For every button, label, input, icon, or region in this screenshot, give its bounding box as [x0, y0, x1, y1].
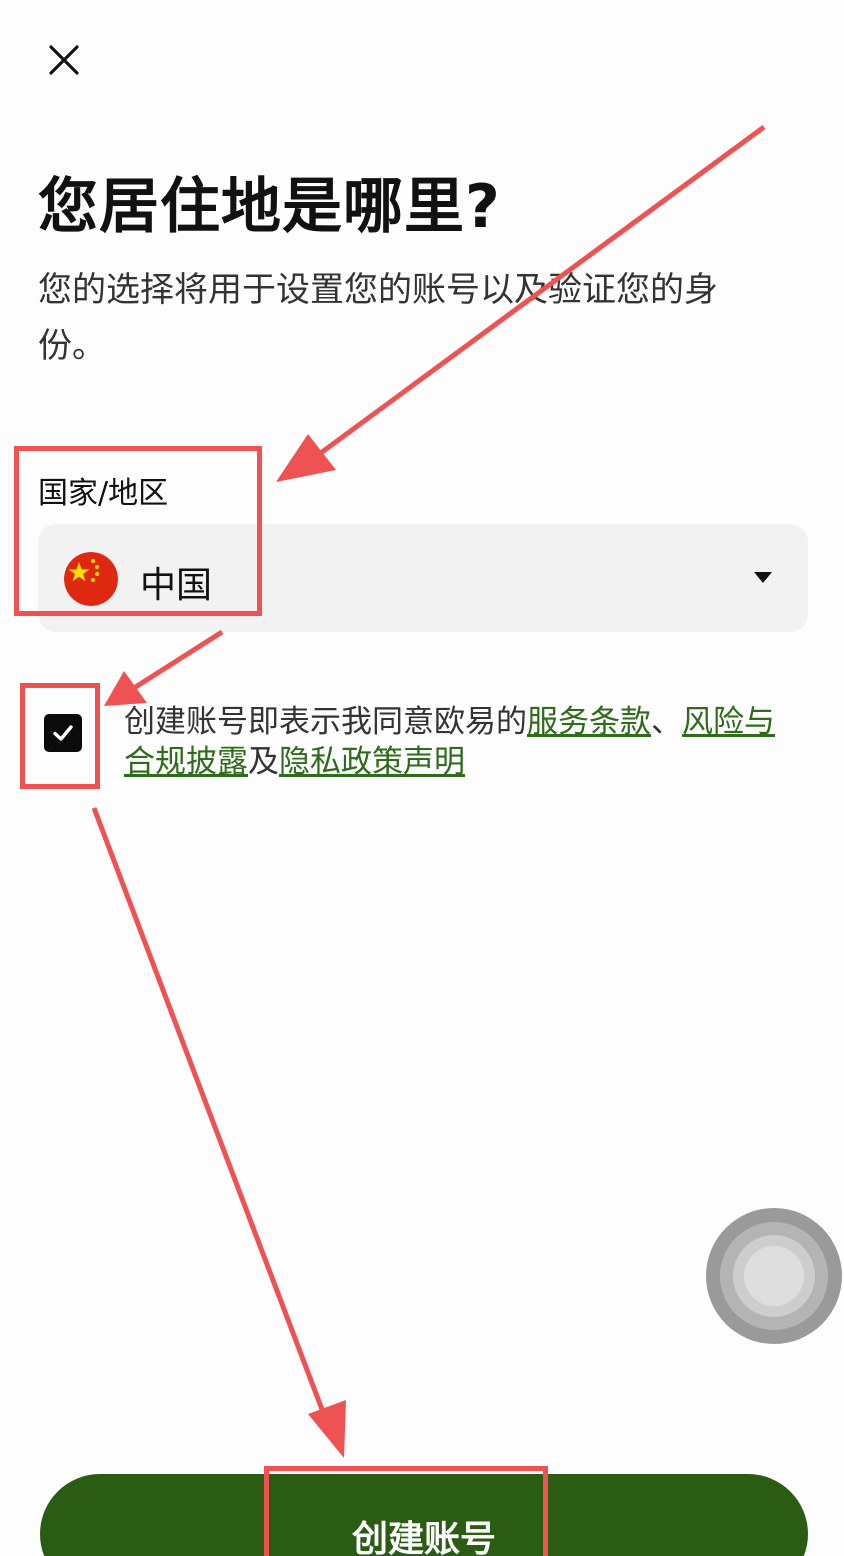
arrowhead-country — [276, 434, 336, 482]
terms-of-service-link[interactable]: 服务条款 — [527, 704, 651, 740]
page-title: 您居住地是哪里? — [38, 172, 501, 242]
country-select-value: 中国 — [140, 565, 213, 606]
close-button[interactable] — [40, 36, 88, 84]
country-select[interactable]: 中国 — [38, 524, 808, 632]
arrow-to-button — [91, 807, 329, 1421]
agreement-prefix: 创建账号即表示我同意欧易的 — [124, 704, 527, 740]
assistive-touch-button[interactable] — [706, 1208, 842, 1344]
china-flag-icon — [64, 552, 118, 606]
country-field-label: 国家/地区 — [38, 476, 169, 511]
agreement-and: 及 — [248, 744, 279, 780]
screen: 您居住地是哪里? 您的选择将用于设置您的账号以及验证您的身份。 国家/地区 中国… — [0, 0, 844, 1556]
privacy-policy-link[interactable]: 隐私政策声明 — [279, 744, 465, 780]
arrow-to-checkbox — [132, 629, 224, 691]
create-account-button-label: 创建账号 — [351, 1519, 496, 1556]
agreement-text: 创建账号即表示我同意欧易的服务条款、风险与合规披露及隐私政策声明 — [124, 702, 804, 782]
close-icon[interactable] — [48, 44, 80, 76]
agree-checkbox[interactable] — [44, 714, 82, 752]
page-subtitle: 您的选择将用于设置您的账号以及验证您的身份。 — [38, 270, 718, 366]
agreement-separator: 、 — [651, 704, 682, 740]
arrowhead-checkbox — [104, 671, 147, 706]
arrowhead-button — [308, 1400, 346, 1458]
caret-down-icon — [754, 572, 772, 583]
create-account-button[interactable]: 创建账号 — [40, 1474, 808, 1556]
checkmark-icon — [53, 725, 73, 741]
